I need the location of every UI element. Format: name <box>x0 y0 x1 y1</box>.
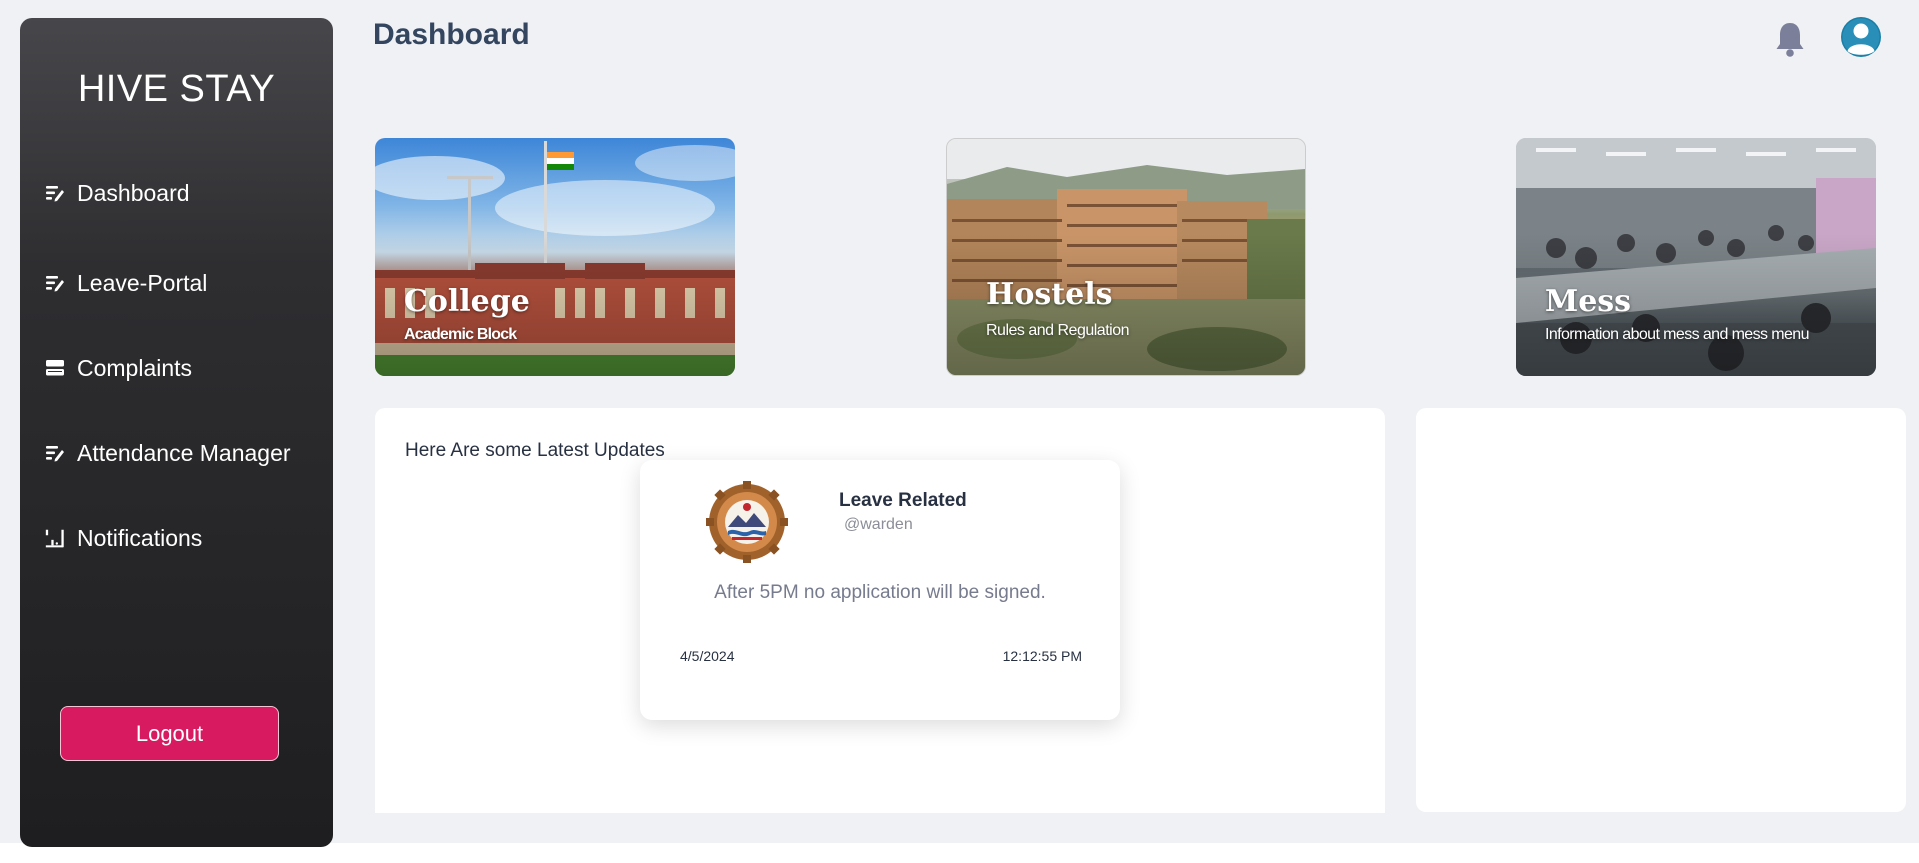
sidebar-item-dashboard[interactable]: Dashboard <box>44 173 190 213</box>
avatar[interactable] <box>1840 14 1882 60</box>
update-author: @warden <box>844 516 913 533</box>
update-message: After 5PM no application will be signed. <box>714 582 1046 603</box>
hostels-card[interactable]: Hostels Rules and Regulation <box>946 138 1306 376</box>
sidebar-item-label: Leave-Portal <box>77 269 208 296</box>
logout-button[interactable]: Logout <box>60 706 279 761</box>
notifications-icon <box>44 527 66 549</box>
update-title: Leave Related <box>839 490 967 511</box>
leave-icon <box>44 272 66 294</box>
attendance-icon <box>44 442 66 464</box>
brand-logo-text[interactable]: HIVE STAY <box>20 68 333 111</box>
sidebar-item-leave-portal[interactable]: Leave-Portal <box>44 263 207 303</box>
sidebar-item-label: Dashboard <box>77 179 190 206</box>
mess-card-title: Mess <box>1545 284 1632 319</box>
sidebar-item-attendance-manager[interactable]: Attendance Manager <box>44 433 291 473</box>
latest-updates-panel: Here Are some Latest Updates Leave Relat… <box>375 408 1385 813</box>
college-card-title: College <box>404 284 530 319</box>
updates-heading: Here Are some Latest Updates <box>405 440 665 461</box>
dashboard-icon <box>44 182 66 204</box>
hostels-card-subtitle: Rules and Regulation <box>986 322 1130 339</box>
hostels-card-title: Hostels <box>986 277 1113 312</box>
sidebar-item-label: Complaints <box>77 354 193 381</box>
college-card-subtitle: Academic Block <box>404 326 517 343</box>
update-card[interactable]: Leave Related @warden After 5PM no appli… <box>640 460 1120 720</box>
college-card[interactable]: College Academic Block <box>375 138 735 376</box>
mess-card[interactable]: Mess Information about mess and mess men… <box>1516 138 1876 376</box>
sidebar-item-complaints[interactable]: Complaints <box>44 348 192 388</box>
update-time: 12:12:55 PM <box>1002 648 1082 664</box>
complaints-icon <box>44 357 66 379</box>
sidebar-item-label: Notifications <box>77 524 203 551</box>
bell-icon[interactable] <box>1772 19 1808 59</box>
page-title: Dashboard <box>373 18 530 51</box>
sidebar-item-label: Attendance Manager <box>77 439 291 466</box>
side-panel <box>1416 408 1906 812</box>
update-date: 4/5/2024 <box>680 648 735 664</box>
sidebar-item-notifications[interactable]: Notifications <box>44 518 202 558</box>
institute-logo <box>706 481 788 563</box>
mess-card-subtitle: Information about mess and mess menu <box>1545 326 1809 343</box>
sidebar: HIVE STAY Dashboard Leave-Portal Complai… <box>20 18 333 847</box>
